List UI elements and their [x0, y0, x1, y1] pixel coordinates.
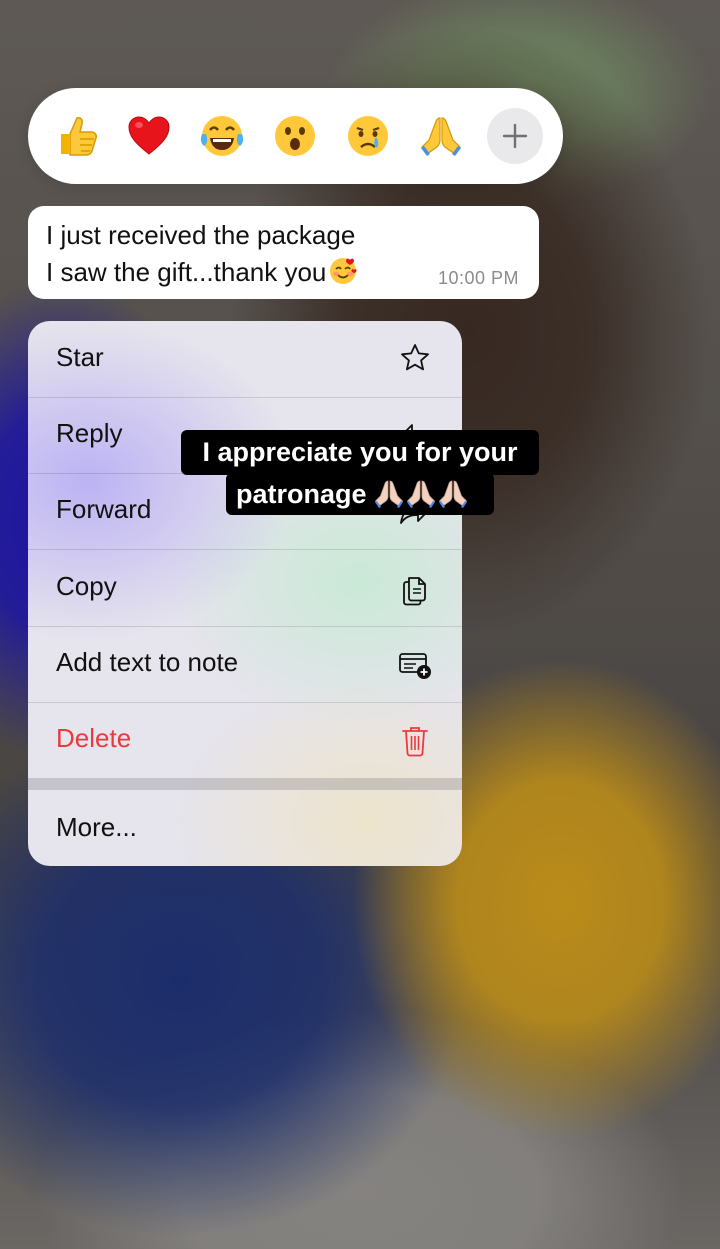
message-line-2: I saw the gift...thank you	[46, 256, 358, 293]
menu-item-label: Reply	[56, 418, 123, 448]
menu-item-copy[interactable]: Copy	[28, 550, 462, 627]
star-icon	[401, 344, 429, 371]
tears-of-joy-icon	[200, 116, 244, 156]
reaction-bar	[28, 88, 563, 184]
menu-item-label: More...	[56, 812, 137, 842]
menu-item-label: Add text to note	[56, 647, 239, 677]
menu-item-label: Forward	[56, 494, 152, 524]
menu-item-delete[interactable]: Delete	[28, 702, 462, 778]
message-timestamp: 10:00 PM	[437, 268, 519, 288]
copy-icon	[403, 577, 426, 606]
menu-item-more[interactable]: More...	[28, 790, 462, 866]
menu-item-label: Copy	[56, 571, 117, 601]
thumbs-up-icon	[61, 117, 97, 156]
plus-icon	[502, 123, 528, 149]
tears-of-joy-reaction[interactable]	[198, 112, 246, 160]
folded-hands-icon	[421, 117, 461, 156]
thumbs-up-reaction[interactable]	[53, 112, 101, 160]
heart-reaction[interactable]	[125, 112, 173, 160]
menu-item-label: Star	[56, 342, 104, 372]
caption-line-2-text: patronage	[236, 479, 367, 509]
menu-separator	[28, 778, 462, 790]
red-heart-icon	[128, 116, 170, 155]
menu-item-label: Delete	[56, 723, 132, 753]
message-line-1: I just received the package	[46, 220, 356, 250]
folded-hands-emoji-icon	[373, 478, 469, 510]
surprised-reaction[interactable]	[271, 112, 319, 160]
more-reactions-button[interactable]	[487, 108, 543, 164]
folded-hands-reaction[interactable]	[417, 112, 465, 160]
caption-line-1: I appreciate you for your	[181, 430, 539, 475]
smiling-face-with-hearts-icon	[328, 256, 358, 293]
message-line-2-text: I saw the gift...thank you	[46, 257, 327, 287]
crying-reaction[interactable]	[344, 112, 392, 160]
message-context-menu: Star Reply Forward Copy Add text to note	[28, 321, 462, 866]
crying-face-icon	[348, 116, 388, 156]
message-bubble[interactable]: I just received the package I saw the gi…	[28, 206, 539, 299]
surprised-face-icon	[275, 116, 315, 156]
caption-line-2: patronage	[226, 473, 494, 515]
menu-item-star[interactable]: Star	[28, 321, 462, 398]
add-note-icon	[399, 653, 431, 679]
menu-item-add-text-to-note[interactable]: Add text to note	[28, 626, 462, 703]
trash-icon	[402, 727, 428, 757]
